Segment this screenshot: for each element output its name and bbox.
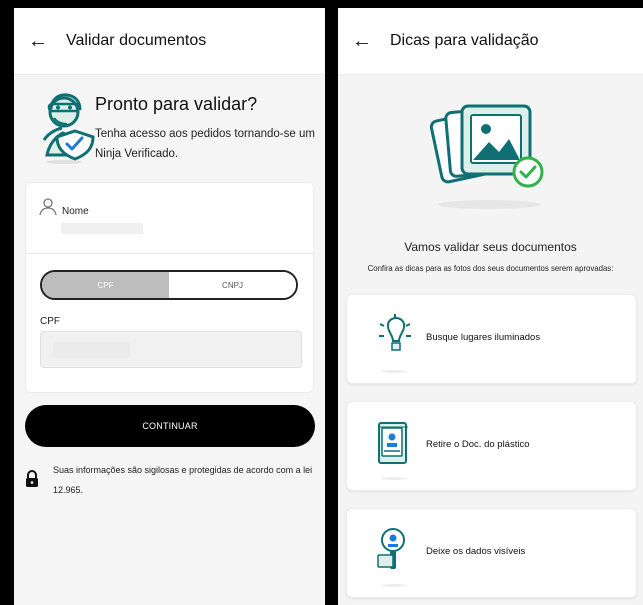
header: ← Dicas para validação <box>338 8 643 75</box>
tip-label: Retire o Doc. do plástico <box>426 439 530 450</box>
page-title: Dicas para validação <box>390 32 539 49</box>
tips-title: Vamos validar seus documentos <box>404 240 577 254</box>
intro-section: Pronto para validar? Tenha acesso aos pe… <box>24 88 315 178</box>
user-icon <box>39 198 57 216</box>
document-type-toggle[interactable]: CPF CNPJ <box>40 270 298 300</box>
tips-subtitle: Confira as dicas para as fotos dos seus … <box>367 264 614 273</box>
tip-shadow <box>381 370 407 373</box>
hero-shadow <box>438 200 540 209</box>
lock-icon <box>26 470 38 487</box>
tip-card-visible-data[interactable]: Deixe os dados visíveis <box>346 508 637 598</box>
cpf-option[interactable]: CPF <box>42 272 169 298</box>
magnifier-document-icon <box>377 528 405 569</box>
privacy-text: Suas informações são sigilosas e protegi… <box>53 465 313 495</box>
intro-title: Pronto para validar? <box>95 94 258 114</box>
page-title: Validar documentos <box>66 32 207 49</box>
tip-card-lighting[interactable]: Busque lugares iluminados <box>346 294 637 384</box>
tip-shadow <box>381 584 407 587</box>
arrow-left-icon[interactable]: ← <box>28 31 48 51</box>
cpf-input[interactable] <box>40 331 302 368</box>
validation-form-card: Nome CPF CNPJ CPF <box>25 182 314 393</box>
app-screens: ← Validar documentos Pronto para validar… <box>0 0 643 605</box>
tip-card-plastic[interactable]: Retire o Doc. do plástico <box>346 401 637 491</box>
photos-check-icon <box>429 104 544 188</box>
cpf-value <box>53 341 130 358</box>
name-value <box>61 223 143 234</box>
name-label: Nome <box>62 206 89 217</box>
lightbulb-icon <box>379 314 411 351</box>
arrow-left-icon[interactable]: ← <box>352 31 372 51</box>
tip-label: Deixe os dados visíveis <box>426 546 526 557</box>
document-plastic-icon <box>378 422 408 464</box>
tip-label: Busque lugares iluminados <box>426 332 541 343</box>
cpf-label: CPF <box>40 316 60 327</box>
form-divider <box>26 253 313 254</box>
ninja-verified-icon <box>42 93 95 164</box>
privacy-notice: Suas informações são sigilosas e protegi… <box>24 460 316 500</box>
cnpj-option[interactable]: CNPJ <box>169 272 296 298</box>
tip-shadow <box>381 477 407 480</box>
validar-documentos-screen: ← Validar documentos Pronto para validar… <box>14 8 325 605</box>
dicas-validacao-screen: ← Dicas para validação Vamos validar seu… <box>338 8 643 605</box>
intro-text: Tenha acesso aos pedidos tornando-se um … <box>95 128 315 160</box>
header: ← Validar documentos <box>14 8 325 75</box>
continue-button[interactable]: CONTINUAR <box>25 405 315 447</box>
